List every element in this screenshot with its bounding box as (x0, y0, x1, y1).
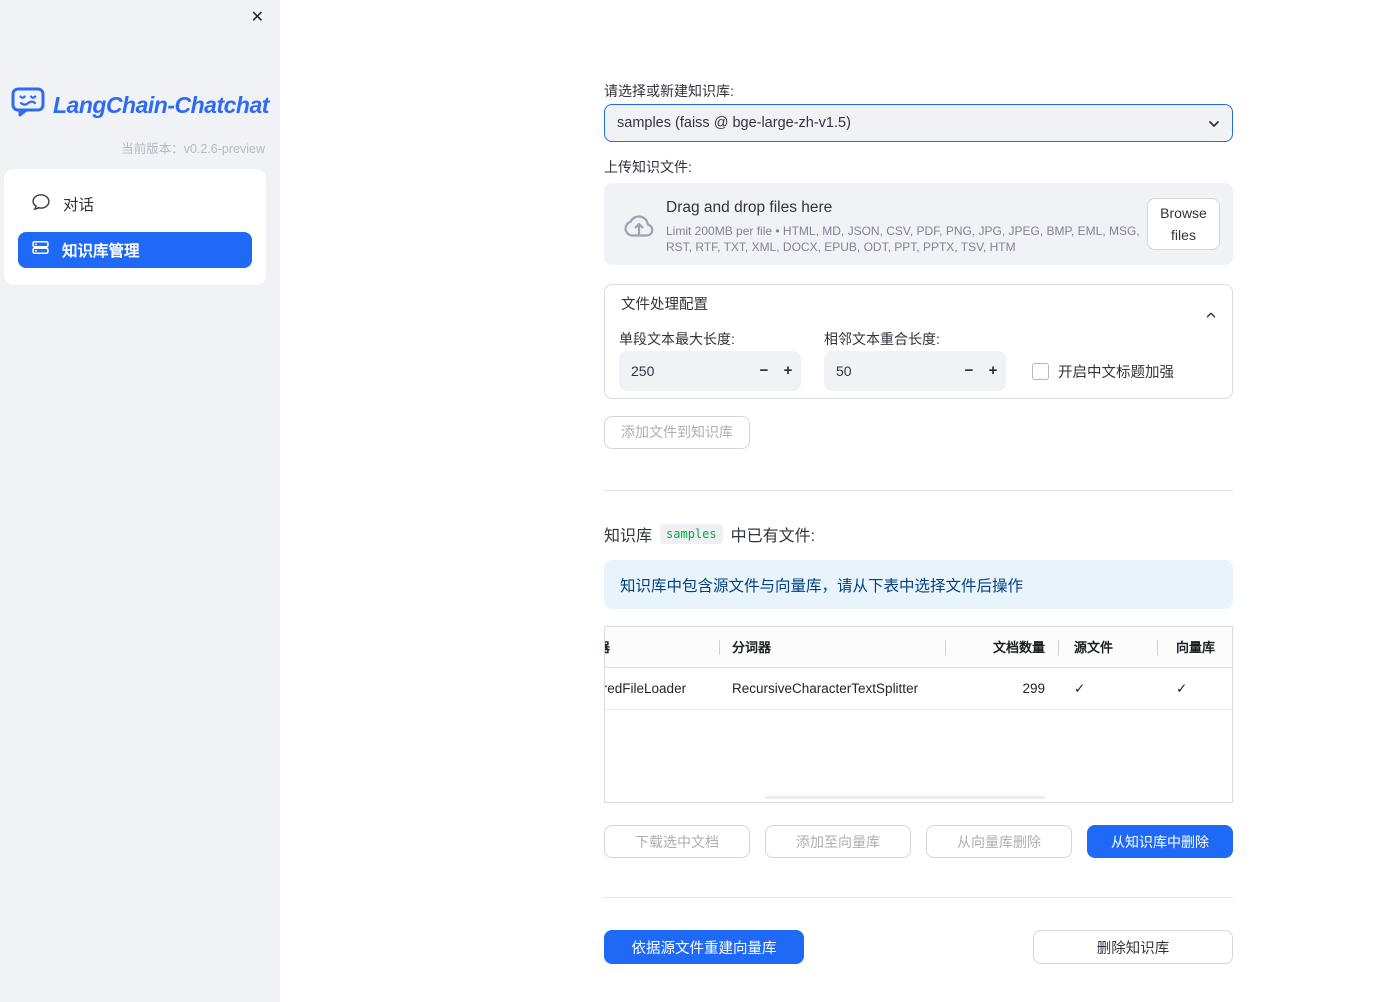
col-header-loader[interactable]: 文档加载器 (605, 627, 720, 667)
sidebar-item-kb-management[interactable]: 知识库管理 (18, 232, 252, 268)
version-text: 当前版本：v0.2.6-preview (121, 142, 265, 156)
overlap-size-value: 50 (836, 363, 852, 379)
main-content: 请选择或新建知识库: samples (faiss @ bge-large-zh… (604, 0, 1233, 1002)
overlap-size-label: 相邻文本重合长度: (824, 331, 940, 347)
file-dropzone[interactable]: Drag and drop files here Limit 200MB per… (604, 183, 1233, 265)
expander-header[interactable]: 文件处理配置 (605, 285, 1232, 325)
kb-files-prefix: 知识库 (604, 528, 653, 545)
info-alert: 知识库中包含源文件与向量库，请从下表中选择文件后操作 (604, 560, 1233, 609)
col-header-source-file[interactable]: 源文件 (1059, 627, 1158, 667)
zh-title-checkbox[interactable] (1032, 362, 1049, 380)
cell-doc-count: 299 (1022, 681, 1045, 696)
sidebar-item-chat[interactable]: 对话 (18, 186, 252, 222)
col-header-vector-store[interactable]: 向量库 (1158, 627, 1232, 667)
decrement-button[interactable]: − (755, 351, 773, 391)
kb-action-buttons: 依据源文件重建向量库 删除知识库 (604, 930, 1233, 964)
cell-loader: UnstructuredFileLoader (605, 681, 687, 696)
decrement-button[interactable]: − (960, 351, 978, 391)
increment-button[interactable]: + (984, 351, 1002, 391)
table-scroll-area: 文档加载器 分词器 文档数量 源文件 向量库 UnstructuredFileL… (605, 627, 1232, 710)
brand-logo: LangChain-Chatchat (11, 87, 269, 123)
chunk-size-value: 250 (631, 363, 655, 379)
chunk-size-label: 单段文本最大长度: (619, 331, 735, 347)
browse-files-button[interactable]: Browse files (1147, 198, 1220, 250)
kb-stack-icon (32, 239, 49, 261)
col-header-splitter[interactable]: 分词器 (720, 627, 946, 667)
delete-from-kb-button[interactable]: 从知识库中删除 (1087, 825, 1233, 858)
sidebar: ✕ LangChain-Chatchat 当前版本：v0.2.6-preview… (0, 0, 280, 1002)
dropzone-limits: Limit 200MB per file • HTML, MD, JSON, C… (666, 224, 1140, 254)
kb-files-suffix: 中已有文件: (730, 528, 816, 545)
file-config-expander: 文件处理配置 单段文本最大长度: 相邻文本重合长度: 250 − + 50 − … (604, 284, 1233, 399)
kb-selectbox-value: samples (faiss @ bge-large-zh-v1.5) (617, 115, 851, 131)
col-header-doc-count[interactable]: 文档数量 (946, 627, 1059, 667)
add-files-to-kb-button: 添加文件到知识库 (604, 416, 750, 449)
brand-title: LangChain-Chatchat (53, 91, 269, 118)
close-icon[interactable]: ✕ (247, 6, 268, 30)
kb-files-table: 文档加载器 分词器 文档数量 源文件 向量库 UnstructuredFileL… (604, 626, 1233, 803)
sidebar-menu: 对话 知识库管理 (4, 169, 266, 285)
chevron-down-icon (1206, 116, 1222, 136)
kb-select-label: 请选择或新建知识库: (604, 83, 734, 99)
kb-selectbox[interactable]: samples (faiss @ bge-large-zh-v1.5) (604, 104, 1233, 142)
chunk-size-input[interactable]: 250 − + (619, 351, 801, 391)
chat-icon (32, 193, 50, 216)
dropzone-title: Drag and drop files here (666, 199, 833, 216)
chevron-up-icon (1204, 298, 1218, 338)
table-header-row: 文档加载器 分词器 文档数量 源文件 向量库 (605, 627, 1232, 668)
divider (604, 897, 1233, 898)
add-to-vector-store-button: 添加至向量库 (765, 825, 911, 858)
cloud-upload-icon (621, 210, 657, 245)
table-row[interactable]: UnstructuredFileLoader RecursiveCharacte… (605, 668, 1232, 710)
increment-button[interactable]: + (779, 351, 797, 391)
cell-splitter: RecursiveCharacterTextSplitter (732, 681, 919, 696)
divider (604, 490, 1233, 491)
kb-files-heading: 知识库 samples 中已有文件: (604, 522, 815, 546)
cell-source-file-check: ✓ (1074, 681, 1086, 696)
expander-title: 文件处理配置 (621, 297, 708, 313)
kb-name-code: samples (660, 524, 723, 544)
delete-kb-button[interactable]: 删除知识库 (1033, 930, 1233, 964)
download-selected-button: 下载选中文档 (604, 825, 750, 858)
zh-title-checkbox-label[interactable]: 开启中文标题加强 (1058, 361, 1174, 382)
file-action-buttons: 下载选中文档 添加至向量库 从向量库删除 从知识库中删除 (604, 825, 1233, 858)
rebuild-vector-store-button[interactable]: 依据源文件重建向量库 (604, 930, 804, 964)
cell-vector-store-check: ✓ (1176, 681, 1188, 696)
overlap-size-input[interactable]: 50 − + (824, 351, 1006, 391)
chatchat-logo-icon (11, 87, 45, 123)
info-alert-text: 知识库中包含源文件与向量库，请从下表中选择文件后操作 (620, 577, 1024, 595)
sidebar-item-label: 知识库管理 (62, 243, 140, 260)
zh-title-checkbox-row: 开启中文标题加强 (1032, 351, 1174, 391)
sidebar-item-label: 对话 (63, 197, 95, 214)
horizontal-scrollbar[interactable] (765, 796, 1045, 799)
delete-from-vector-store-button: 从向量库删除 (926, 825, 1072, 858)
upload-label: 上传知识文件: (604, 159, 692, 175)
